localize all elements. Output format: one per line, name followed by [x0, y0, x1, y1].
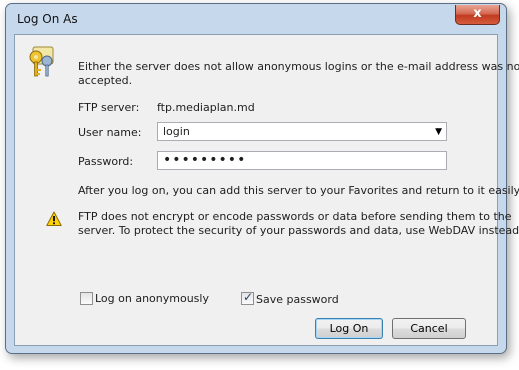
warning-line-2: server. To protect the security of your …	[78, 224, 519, 237]
favorites-note: After you log on, you can add this serve…	[78, 184, 519, 197]
dialog-content: Either the server does not allow anonymo…	[14, 34, 519, 346]
save-password-checkbox[interactable]: ✓	[241, 290, 254, 305]
password-label: Password:	[78, 155, 134, 168]
chevron-down-icon[interactable]: ▼	[435, 124, 442, 141]
close-button[interactable]: x	[455, 5, 500, 25]
message-line-2: accepted.	[78, 74, 133, 87]
ftp-server-value: ftp.mediaplan.md	[157, 101, 255, 114]
title-bar: Log On As x	[6, 4, 506, 34]
window-title: Log On As	[17, 12, 78, 26]
checkmark-icon: ✓	[243, 290, 254, 304]
log-on-anonymously-label[interactable]: Log on anonymously	[95, 292, 209, 305]
user-name-value: login	[163, 125, 190, 138]
ftp-server-label: FTP server:	[78, 101, 140, 114]
log-on-as-dialog: Log On As x Either the server does not a…	[5, 3, 519, 354]
user-name-combobox[interactable]: login ▼	[157, 122, 447, 141]
save-password-label[interactable]: Save password	[256, 293, 339, 306]
password-field[interactable]: •••••••••	[157, 151, 447, 170]
warning-line-1: FTP does not encrypt or encode passwords…	[78, 210, 512, 223]
warning-icon	[46, 211, 62, 226]
keys-icon	[29, 46, 54, 77]
message-line-1: Either the server does not allow anonymo…	[78, 60, 519, 73]
cancel-button[interactable]: Cancel	[392, 318, 466, 339]
close-icon: x	[473, 6, 482, 21]
user-name-label: User name:	[78, 126, 142, 139]
log-on-anonymously-checkbox[interactable]	[80, 292, 93, 305]
log-on-button[interactable]: Log On	[315, 318, 383, 339]
